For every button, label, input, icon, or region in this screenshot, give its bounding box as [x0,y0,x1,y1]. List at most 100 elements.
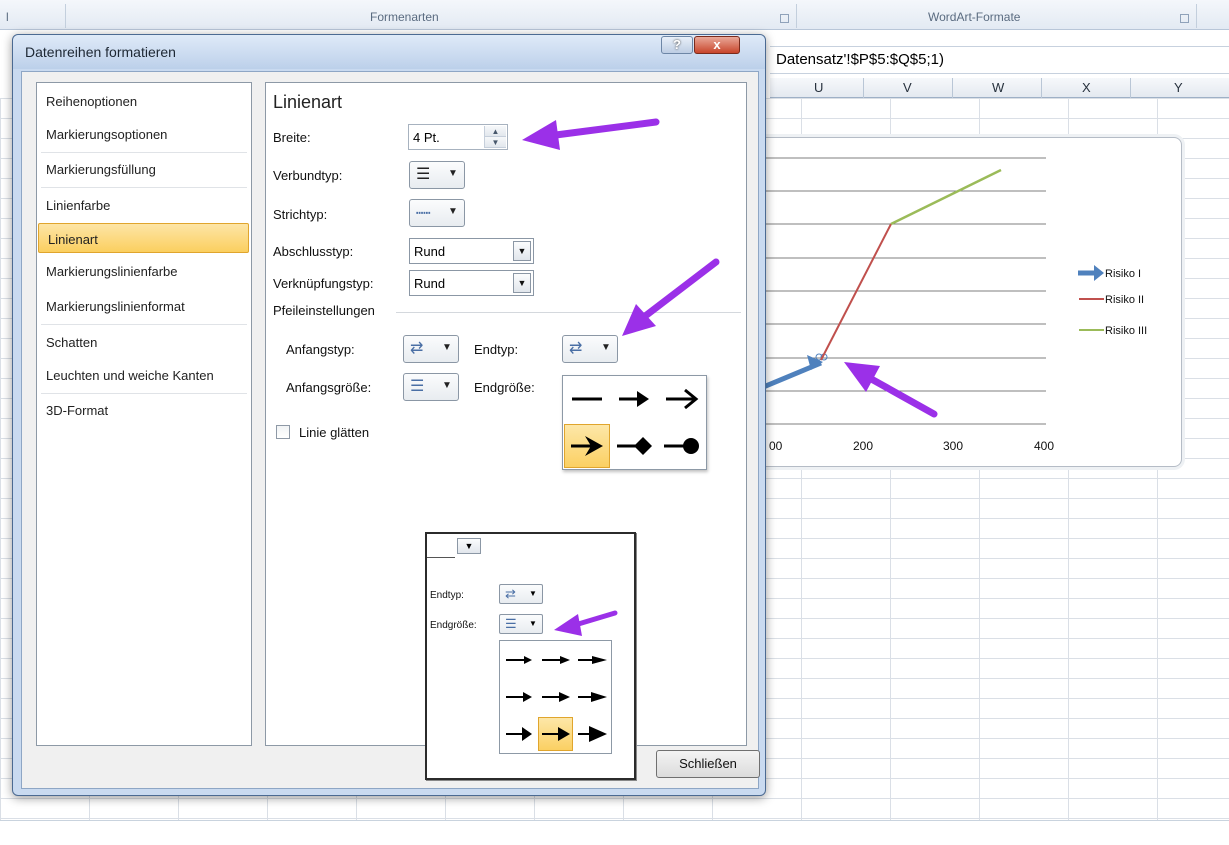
formula-bar[interactable]: Datensatz'!$P$5:$Q$5;1) [770,46,1229,74]
inset-end-type-dropdown[interactable]: ⇄ ▼ [499,584,543,604]
nav-item-markierungsfuellung[interactable]: Markierungsfüllung [37,154,251,184]
ribbon-group-wordart: WordArt-Formate [928,10,1021,24]
smooth-line-label: Linie glätten [299,425,370,440]
chevron-down-icon: ▼ [442,342,452,353]
size-option-selected[interactable] [538,717,573,751]
size-option[interactable] [574,680,609,714]
ribbon-separator [796,4,797,28]
format-series-dialog: Datenreihen formatieren ? x Reihenoption… [12,34,766,796]
line-chart[interactable]: 00 200 300 400 Risiko I Risiko II Risiko… [700,137,1182,467]
arrow-option-oval[interactable] [658,424,704,468]
help-button[interactable]: ? [661,36,693,54]
nav-item-3d-format[interactable]: 3D-Format [37,395,251,425]
spin-up-icon[interactable]: ▲ [485,126,506,137]
cap-value: Rund [414,244,446,259]
width-spinner[interactable]: 4 Pt. ▲ ▼ [408,124,508,150]
cap-label: Abschlusstyp: [273,244,354,259]
arrow-option-stealth[interactable] [564,424,610,468]
chevron-down-icon[interactable]: ▼ [513,241,531,261]
x-tick-label: 300 [943,439,963,453]
dialog-titlebar[interactable]: Datenreihen formatieren ? x [13,35,765,69]
dash-label: Strichtyp: [273,207,328,222]
column-header[interactable]: V [903,80,912,95]
size-option[interactable] [574,717,609,751]
arrow-option-none[interactable] [564,377,610,421]
arrow-option-triangle[interactable] [611,377,657,421]
x-tick-label: 200 [853,439,873,453]
arrow-option-diamond[interactable] [611,424,657,468]
chevron-down-icon[interactable]: ▼ [513,273,531,293]
nav-item-markierungslinienfarbe[interactable]: Markierungslinienfarbe [37,256,251,286]
column-divider [1041,78,1042,98]
chart-svg: 00 200 300 400 Risiko I Risiko II Risiko… [760,157,1147,453]
spinner-buttons[interactable]: ▲ ▼ [484,126,506,148]
series-risiko-3-line[interactable] [890,168,1002,226]
nav-separator [41,324,247,325]
nav-item-markierungslinienformat[interactable]: Markierungslinienformat [37,291,251,321]
column-header[interactable]: W [992,80,1004,95]
close-button[interactable]: Schließen [656,750,760,778]
ribbon-separator [65,4,66,28]
sheet-bottom-bar [0,820,1229,845]
begin-type-dropdown[interactable]: ⇄ ▼ [403,335,459,363]
arrow-size-icon: ☰ [505,616,517,631]
end-type-picker [562,375,707,470]
cap-type-select[interactable]: Rund ▼ [409,238,534,264]
column-header[interactable]: Y [1174,80,1183,95]
column-divider [1130,78,1131,98]
join-type-select[interactable]: Rund ▼ [409,270,534,296]
smooth-line-checkbox[interactable] [276,425,290,439]
dialog-launcher-icon[interactable] [780,14,789,23]
begin-size-dropdown[interactable]: ☰ ▼ [403,373,459,401]
join-value: Rund [414,276,446,291]
dialog-launcher-icon[interactable] [1180,14,1189,23]
arrow-option-open[interactable] [658,377,704,421]
x-tick-label: 00 [769,439,783,453]
chevron-down-icon: ▼ [442,380,452,391]
size-option[interactable] [538,680,573,714]
column-divider [863,78,864,98]
inset-end-size-dropdown[interactable]: ☰ ▼ [499,614,543,634]
end-size-label: Endgröße: [474,380,535,395]
nav-item-schatten[interactable]: Schatten [37,327,251,357]
ribbon-left-fragment: l [6,10,9,24]
inset-end-type-label: Endtyp: [430,590,464,601]
spin-down-icon[interactable]: ▼ [485,137,506,148]
dash-type-dropdown[interactable]: ┅┅ ▼ [409,199,465,227]
width-value: 4 Pt. [413,130,440,145]
width-label: Breite: [273,130,311,145]
end-type-dropdown[interactable]: ⇄ ▼ [562,335,618,363]
nav-item-reihenoptionen[interactable]: Reihenoptionen [37,86,251,116]
nav-item-markierungsoptionen[interactable]: Markierungsoptionen [37,119,251,149]
arrow-size-picker [499,640,612,754]
size-option[interactable] [574,643,609,677]
legend-label: Risiko III [1105,325,1147,337]
chevron-down-icon[interactable]: ▼ [457,538,481,554]
chevron-down-icon: ▼ [448,168,458,179]
legend[interactable]: Risiko I Risiko II Risiko III [1078,265,1147,337]
legend-label: Risiko II [1105,294,1144,306]
series-risiko-2-line[interactable] [820,223,892,361]
size-option[interactable] [502,717,537,751]
size-option[interactable] [502,680,537,714]
size-option[interactable] [502,643,537,677]
begin-size-label: Anfangsgröße: [286,380,372,395]
legend-arrow-icon [1094,265,1104,281]
nav-item-linienfarbe[interactable]: Linienfarbe [37,190,251,220]
ribbon: l Formenarten WordArt-Formate [0,0,1229,30]
close-x-button[interactable]: x [694,36,740,54]
column-header[interactable]: X [1082,80,1091,95]
column-header[interactable]: U [814,80,823,95]
section-title: Linienart [273,92,343,112]
nav-item-linienart[interactable]: Linienart [38,223,249,253]
compound-lines-icon: ☰ [416,166,431,183]
dialog-body: Reihenoptionen Markierungsoptionen Marki… [21,71,760,789]
nav-item-leuchten[interactable]: Leuchten und weiche Kanten [37,360,251,390]
column-divider [952,78,953,98]
arrow-settings-label: Pfeileinstellungen [273,303,375,318]
compound-label: Verbundtyp: [273,168,343,183]
size-option[interactable] [538,643,573,677]
chevron-down-icon: ▼ [529,619,537,628]
compound-type-dropdown[interactable]: ☰ ▼ [409,161,465,189]
legend-label: Risiko I [1105,268,1141,280]
